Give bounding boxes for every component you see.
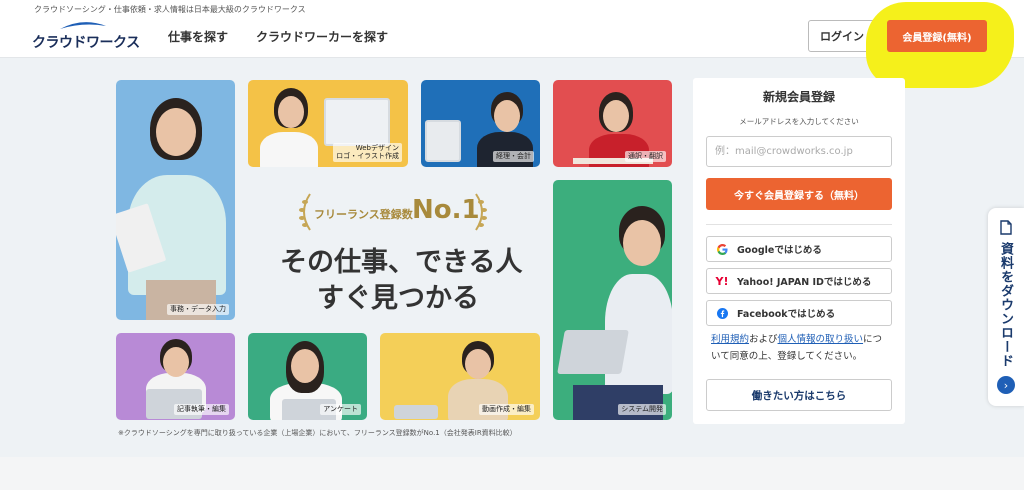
facebook-label: Facebookではじめる (737, 309, 836, 320)
terms-text: 利用規約および個人情報の取り扱いについて同意の上、登録してください。 (711, 331, 889, 365)
terms-and: および (749, 334, 778, 345)
tile-accounting[interactable]: 経理・会計 (421, 80, 540, 167)
tile-label-system-dev: システム開発 (618, 404, 666, 415)
signup-subtitle: メールアドレスを入力してください (739, 117, 859, 126)
google-icon (707, 243, 737, 255)
privacy-link[interactable]: 個人情報の取り扱い (778, 334, 864, 345)
tile-translation[interactable]: 通訳・翻訳 (553, 80, 672, 167)
download-label: 資料をダウンロード (998, 242, 1013, 368)
document-icon (1000, 220, 1012, 235)
divider (706, 224, 892, 225)
tile-system-dev[interactable]: システム開発 (553, 180, 672, 420)
email-field[interactable] (706, 136, 892, 167)
yahoo-icon: Y! (715, 274, 729, 288)
badge-text: フリーランス登録数 (314, 208, 413, 221)
logo-swoosh-icon (60, 22, 106, 29)
signup-title: 新規会員登録 (762, 90, 835, 104)
no1-badge: フリーランス登録数 No.1 (296, 190, 492, 234)
tile-label-writing: 記事執筆・編集 (174, 404, 229, 415)
chevron-right-icon: › (997, 376, 1015, 394)
yahoo-signin-button[interactable]: Y! Yahoo! JAPAN IDではじめる (706, 268, 892, 294)
google-signin-button[interactable]: Googleではじめる (706, 236, 892, 262)
laurel-right-icon (475, 193, 487, 231)
logo-text: クラウドワークス (32, 35, 140, 51)
tile-label-survey: アンケート (320, 404, 361, 415)
facebook-signin-button[interactable]: Facebookではじめる (706, 300, 892, 326)
tile-label-data-entry: 事務・データ入力 (167, 304, 229, 315)
google-label: Googleではじめる (737, 245, 822, 256)
tile-data-entry[interactable]: 事務・データ入力 (116, 80, 235, 320)
tile-label-video: 動画作成・編集 (479, 404, 534, 415)
tile-label-web-design: Webデザイン ロゴ・イラスト作成 (333, 142, 402, 162)
nav-find-jobs[interactable]: 仕事を探す (168, 28, 228, 45)
terms-link[interactable]: 利用規約 (711, 334, 749, 345)
tile-label-accounting: 経理・会計 (493, 151, 534, 162)
tile-label-translation: 通訳・翻訳 (625, 151, 666, 162)
tile-video[interactable]: 動画作成・編集 (380, 333, 540, 420)
hero-headline-2: すぐ見つかる (317, 283, 479, 314)
bottom-section (0, 457, 1024, 490)
register-button[interactable]: 会員登録(無料) (887, 20, 987, 52)
laurel-left-icon (299, 193, 311, 231)
worker-signup-button[interactable]: 働きたい方はこちら (706, 379, 892, 411)
facebook-icon (707, 307, 737, 319)
crowdworks-logo[interactable]: クラウドワークス (32, 20, 140, 51)
nav-find-workers[interactable]: クラウドワーカーを探す (256, 28, 388, 45)
yahoo-label: Yahoo! JAPAN IDではじめる (737, 277, 872, 288)
tile-writing[interactable]: 記事執筆・編集 (116, 333, 235, 420)
signup-now-button[interactable]: 今すぐ会員登録する（無料） (706, 178, 892, 210)
header-tagline: クラウドソーシング・仕事依頼・求人情報は日本最大級のクラウドワークス (34, 5, 306, 14)
footnote: ※クラウドソーシングを専門に取り扱っている企業（上場企業）において、フリーランス… (118, 429, 517, 437)
badge-rank: No.1 (412, 195, 480, 225)
signup-panel: 新規会員登録 メールアドレスを入力してください 今すぐ会員登録する（無料） Go… (693, 78, 905, 424)
download-materials-tab[interactable]: 資料をダウンロード › (988, 208, 1024, 406)
hero-headline-1: その仕事、できる人 (280, 247, 523, 278)
tile-web-design[interactable]: Webデザイン ロゴ・イラスト作成 (248, 80, 408, 167)
tile-survey[interactable]: アンケート (248, 333, 367, 420)
